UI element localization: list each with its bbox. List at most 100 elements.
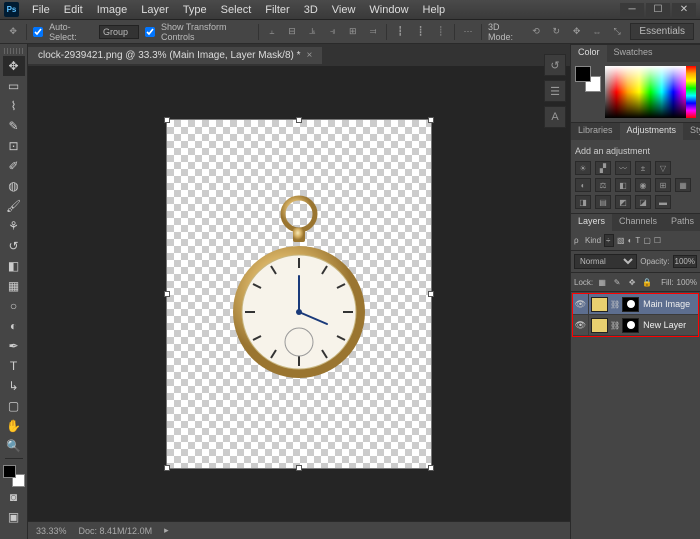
color-spectrum[interactable] [605, 66, 696, 118]
clone-tool[interactable]: ⚘ [3, 216, 25, 236]
dodge-tool[interactable]: ◐ [3, 316, 25, 336]
lock-pixels-icon[interactable]: ✎ [611, 276, 623, 288]
tab-paths[interactable]: Paths [664, 214, 700, 231]
filter-adjust-icon[interactable]: ◐ [628, 236, 633, 245]
levels-icon[interactable]: ▞ [595, 161, 611, 175]
history-brush-tool[interactable]: ↺ [3, 236, 25, 256]
eraser-tool[interactable]: ◧ [3, 256, 25, 276]
character-panel-icon[interactable]: A [544, 106, 566, 128]
align-hcenter-icon[interactable]: ⊞ [346, 24, 360, 40]
minimize-button[interactable]: ─ [620, 3, 644, 17]
pen-tool[interactable]: ✒ [3, 336, 25, 356]
menu-filter[interactable]: Filter [258, 2, 296, 18]
posterize-icon[interactable]: ▤ [595, 195, 611, 209]
healing-tool[interactable]: ◍ [3, 176, 25, 196]
brush-tool[interactable]: 🖌 [3, 196, 25, 216]
distribute-icon-3[interactable]: ┊ [434, 24, 448, 40]
menu-select[interactable]: Select [214, 2, 259, 18]
foreground-color-swatch[interactable] [3, 465, 16, 478]
transform-handle[interactable] [164, 291, 170, 297]
selective-color-icon[interactable]: ◪ [635, 195, 651, 209]
menu-layer[interactable]: Layer [134, 2, 176, 18]
document-tab[interactable]: clock-2939421.png @ 33.3% (Main Image, L… [28, 47, 322, 64]
layer-name[interactable]: Main Image [643, 299, 690, 309]
transform-handle[interactable] [164, 117, 170, 123]
panel-color-swatch[interactable] [575, 66, 601, 92]
align-bottom-icon[interactable]: ⫡ [305, 24, 319, 40]
color-lookup-icon[interactable]: ▦ [675, 178, 691, 192]
menu-file[interactable]: File [25, 2, 57, 18]
path-tool[interactable]: ↳ [3, 376, 25, 396]
tab-layers[interactable]: Layers [571, 214, 612, 231]
artboard[interactable] [166, 119, 432, 469]
zoom-level[interactable]: 33.33% [36, 526, 67, 536]
tab-swatches[interactable]: Swatches [607, 45, 660, 62]
auto-select-checkbox[interactable] [33, 27, 43, 37]
hand-tool[interactable]: ✋ [3, 416, 25, 436]
menu-type[interactable]: Type [176, 2, 214, 18]
hue-icon[interactable]: ◐ [575, 178, 591, 192]
quick-select-tool[interactable]: ✎ [3, 116, 25, 136]
link-icon[interactable]: ⛓ [610, 321, 620, 330]
filter-type-icon[interactable]: T [635, 236, 640, 245]
mask-thumbnail[interactable] [622, 297, 639, 312]
align-right-icon[interactable]: ⫤ [366, 24, 380, 40]
toolbar-grip[interactable] [4, 48, 24, 54]
transform-handle[interactable] [296, 117, 302, 123]
visibility-icon[interactable]: 👁 [573, 315, 589, 335]
filter-smart-icon[interactable]: ☐ [654, 236, 661, 245]
marquee-tool[interactable]: ▭ [3, 76, 25, 96]
eyedropper-tool[interactable]: ✐ [3, 156, 25, 176]
hue-strip[interactable] [686, 66, 696, 118]
tab-styles[interactable]: Styles [683, 123, 700, 140]
3d-zoom-icon[interactable]: ⤡ [610, 24, 624, 40]
history-panel-icon[interactable]: ↺ [544, 54, 566, 76]
align-left-icon[interactable]: ⫣ [325, 24, 339, 40]
layer-name[interactable]: New Layer [643, 320, 686, 330]
transform-checkbox[interactable] [145, 27, 155, 37]
status-arrow-icon[interactable]: ▸ [164, 525, 169, 536]
visibility-icon[interactable]: 👁 [573, 294, 589, 314]
curves-icon[interactable]: 〰 [615, 161, 631, 175]
mask-thumbnail[interactable] [622, 318, 639, 333]
blur-tool[interactable]: ○ [3, 296, 25, 316]
menu-3d[interactable]: 3D [297, 2, 325, 18]
shape-tool[interactable]: ▢ [3, 396, 25, 416]
align-top-icon[interactable]: ⫠ [265, 24, 279, 40]
3d-pan-icon[interactable]: ✥ [569, 24, 583, 40]
more-icon[interactable]: ⋯ [461, 24, 475, 40]
blend-mode-dd[interactable]: Normal [574, 254, 637, 269]
quick-mask-tool[interactable]: ◙ [3, 487, 25, 507]
maximize-button[interactable]: ☐ [646, 3, 670, 17]
auto-select-dropdown[interactable]: Group [99, 25, 139, 39]
link-icon[interactable]: ⛓ [610, 300, 620, 309]
workspace-preset[interactable]: Essentials [630, 23, 694, 40]
3d-orbit-icon[interactable]: ⟲ [529, 24, 543, 40]
lock-transparent-icon[interactable]: ▦ [596, 276, 608, 288]
fill-field[interactable]: 100% [677, 278, 697, 287]
doc-size[interactable]: Doc: 8.41M/12.0M [79, 526, 153, 536]
tab-channels[interactable]: Channels [612, 214, 664, 231]
channel-mixer-icon[interactable]: ⊞ [655, 178, 671, 192]
photo-filter-icon[interactable]: ◉ [635, 178, 651, 192]
transform-handle[interactable] [428, 291, 434, 297]
align-vcenter-icon[interactable]: ⊟ [285, 24, 299, 40]
menu-edit[interactable]: Edit [57, 2, 90, 18]
zoom-tool[interactable]: 🔍 [3, 436, 25, 456]
lock-position-icon[interactable]: ✥ [626, 276, 638, 288]
transform-handle[interactable] [428, 465, 434, 471]
type-tool[interactable]: T [3, 356, 25, 376]
transform-handle[interactable] [428, 117, 434, 123]
close-tab-icon[interactable]: × [307, 50, 313, 61]
menu-view[interactable]: View [325, 2, 363, 18]
layer-row[interactable]: 👁 ⛓ Main Image [573, 294, 698, 315]
tab-adjustments[interactable]: Adjustments [620, 123, 684, 140]
close-button[interactable]: ✕ [672, 3, 696, 17]
invert-icon[interactable]: ◨ [575, 195, 591, 209]
3d-slide-icon[interactable]: ⇔ [590, 24, 604, 40]
color-balance-icon[interactable]: ⚖ [595, 178, 611, 192]
gradient-tool[interactable]: ▦ [3, 276, 25, 296]
layer-thumbnail[interactable] [591, 318, 608, 333]
3d-roll-icon[interactable]: ↻ [549, 24, 563, 40]
brightness-icon[interactable]: ☀ [575, 161, 591, 175]
